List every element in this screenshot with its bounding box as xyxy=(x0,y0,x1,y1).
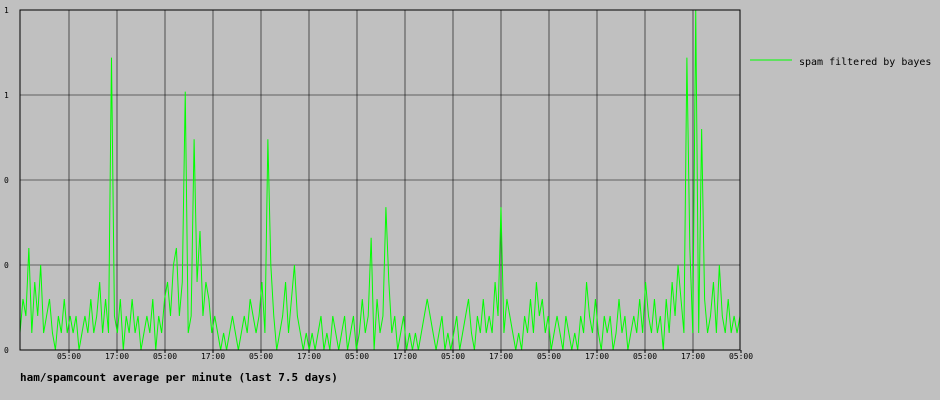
chart: 11000 05:00 17:00 05:00 17:00 05:00 17:00 05:0… xyxy=(4,6,931,384)
x-tick-label: 17:00 xyxy=(681,352,705,361)
x-tick-label: 05:00 xyxy=(249,352,273,361)
y-tick-label: 1 xyxy=(4,6,9,15)
x-tick-label: 05:00 xyxy=(633,352,657,361)
x-tick-label: 05:00 xyxy=(537,352,561,361)
x-tick-label: 17:00 xyxy=(105,352,129,361)
x-tick-label: 05:00 xyxy=(153,352,177,361)
x-axis-ticks: 05:00 17:00 05:00 17:00 05:00 17:00 05:00 17:00… xyxy=(57,350,753,361)
x-tick-label: 17:00 xyxy=(489,352,513,361)
x-tick-label: 17:00 xyxy=(297,352,321,361)
legend: spam filtered by bayes xyxy=(750,57,931,68)
y-axis-ticks: 1 1 0 0 0 xyxy=(4,6,9,355)
legend-label: spam filtered by bayes xyxy=(799,57,931,68)
x-tick-label: 05:00 xyxy=(729,352,753,361)
chart-title: ham/spamcount average per minute (last 7… xyxy=(20,371,338,384)
x-tick-label: 17:00 xyxy=(393,352,417,361)
x-tick-label: 05:00 xyxy=(345,352,369,361)
x-tick-label: 17:00 xyxy=(201,352,225,361)
x-tick-label: 05:00 xyxy=(441,352,465,361)
y-tick-label: 0 xyxy=(4,176,9,185)
y-tick-label: 0 xyxy=(4,261,9,270)
x-tick-label: 05:00 xyxy=(57,352,81,361)
y-tick-label: 1 xyxy=(4,91,9,100)
y-tick-label: 0 xyxy=(4,346,9,355)
x-tick-label: 17:00 xyxy=(585,352,609,361)
